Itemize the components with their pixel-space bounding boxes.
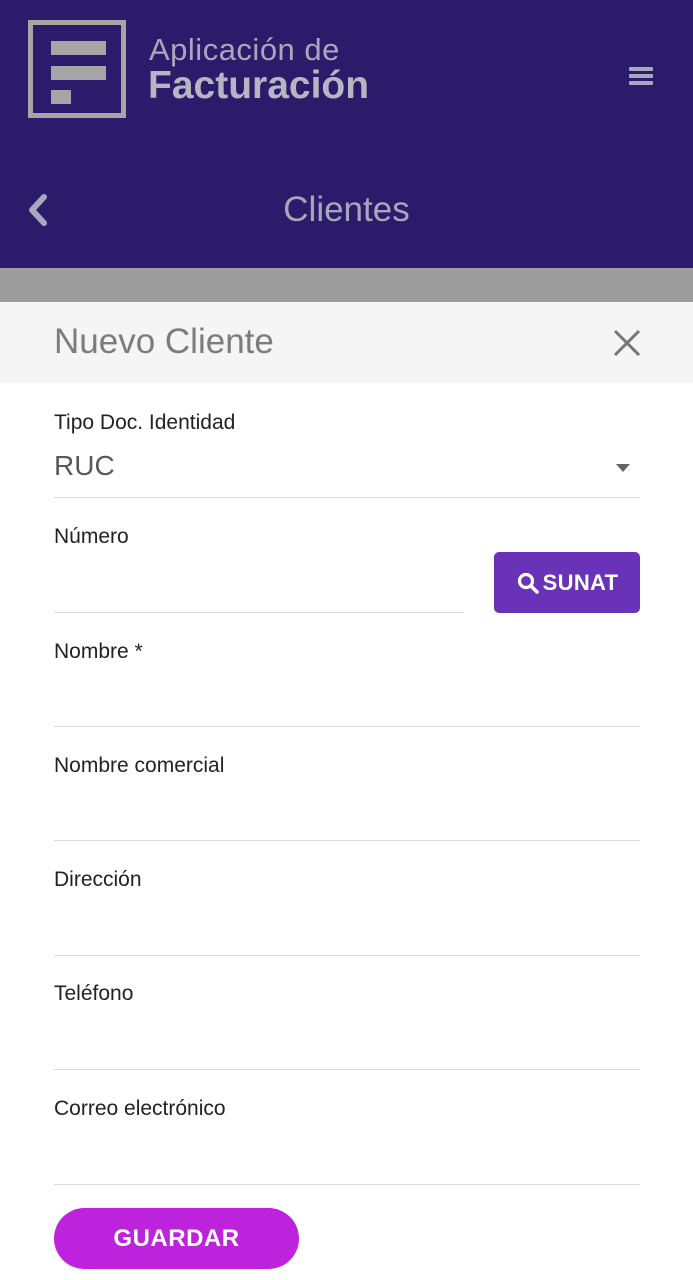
app-logo bbox=[28, 20, 126, 118]
hamburger-menu-icon[interactable] bbox=[626, 64, 656, 90]
sunat-search-button[interactable]: SUNAT bbox=[494, 552, 640, 613]
nombre-label: Nombre * bbox=[54, 640, 143, 663]
nombre-underline bbox=[54, 726, 640, 727]
close-icon[interactable] bbox=[608, 324, 646, 362]
nombre-comercial-underline bbox=[54, 840, 640, 841]
page-title: Clientes bbox=[283, 190, 410, 229]
doc-type-label: Tipo Doc. Identidad bbox=[54, 411, 236, 434]
correo-underline bbox=[54, 1184, 640, 1185]
app-header: Aplicación de Facturación Clientes bbox=[0, 0, 693, 268]
logo-bar-bottom bbox=[51, 90, 71, 104]
direccion-underline bbox=[54, 955, 640, 956]
numero-underline bbox=[54, 612, 464, 613]
save-button[interactable]: GUARDAR bbox=[54, 1208, 299, 1269]
back-chevron-icon[interactable] bbox=[22, 190, 58, 230]
doc-type-select[interactable] bbox=[54, 445, 640, 497]
sunat-button-label: SUNAT bbox=[542, 569, 619, 595]
direccion-label: Dirección bbox=[54, 868, 142, 891]
numero-label: Número bbox=[54, 525, 129, 548]
modal-header: Nuevo Cliente bbox=[0, 302, 693, 383]
telefono-input[interactable] bbox=[54, 1025, 640, 1063]
numero-input[interactable] bbox=[54, 568, 462, 606]
nombre-comercial-label: Nombre comercial bbox=[54, 754, 225, 777]
app-name-line2: Facturación bbox=[148, 64, 370, 107]
search-icon bbox=[517, 572, 539, 594]
doc-type-underline bbox=[54, 497, 640, 498]
correo-input[interactable] bbox=[54, 1139, 640, 1177]
nombre-comercial-input[interactable] bbox=[54, 796, 640, 834]
telefono-underline bbox=[54, 1069, 640, 1070]
direccion-input[interactable] bbox=[54, 910, 640, 948]
logo-bar-middle bbox=[51, 66, 106, 80]
correo-label: Correo electrónico bbox=[54, 1097, 226, 1120]
nombre-input[interactable] bbox=[54, 682, 640, 720]
app-name-line1: Aplicación de bbox=[149, 32, 340, 67]
modal-title: Nuevo Cliente bbox=[54, 322, 274, 361]
overlay-band bbox=[0, 268, 693, 302]
logo-bar-top bbox=[51, 41, 106, 55]
telefono-label: Teléfono bbox=[54, 982, 134, 1005]
